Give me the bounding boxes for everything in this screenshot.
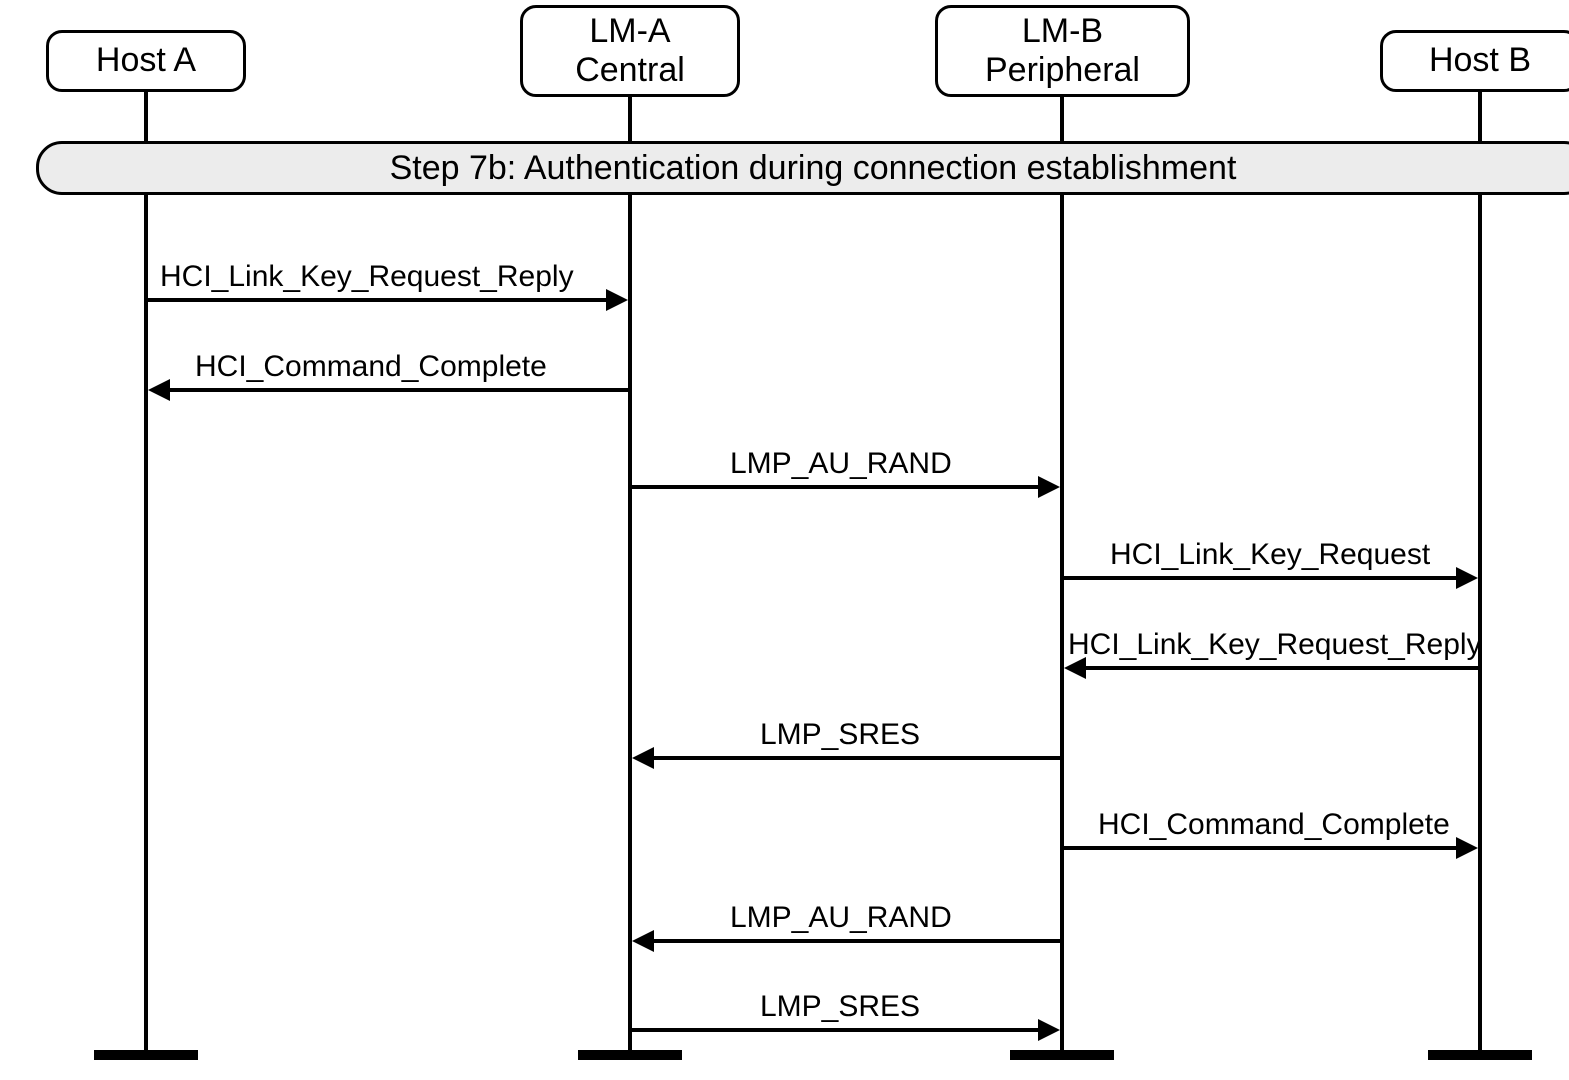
msg-m1-head: [606, 289, 628, 311]
participant-lm-a: LM-A Central: [520, 5, 740, 97]
msg-m9-label: LMP_SRES: [760, 990, 920, 1024]
msg-m3-line: [632, 485, 1038, 489]
msg-m2-label: HCI_Command_Complete: [195, 350, 547, 384]
msg-m4-head: [1456, 567, 1478, 589]
lifeline-lm-a: [628, 195, 632, 1050]
msg-m7-label: HCI_Command_Complete: [1098, 808, 1450, 842]
msg-m7-line: [1064, 846, 1456, 850]
msg-m5-line: [1086, 666, 1480, 670]
msg-m2-line: [170, 388, 630, 392]
lifeline-host-a: [144, 195, 148, 1050]
msg-m9-head: [1038, 1019, 1060, 1041]
participant-lm-a-label: LM-A Central: [575, 12, 685, 90]
msg-m1-line: [148, 298, 606, 302]
msg-m3-label: LMP_AU_RAND: [730, 447, 952, 481]
msg-m6-line: [654, 756, 1062, 760]
lifeline-host-b: [1478, 195, 1482, 1050]
frame-step-7b: Step 7b: Authentication during connectio…: [36, 141, 1569, 195]
msg-m5-label: HCI_Link_Key_Request_Reply: [1068, 628, 1482, 662]
lifeline-foot-host-a: [94, 1050, 198, 1060]
msg-m8-label: LMP_AU_RAND: [730, 901, 952, 935]
lifeline-lm-b-top: [1060, 97, 1064, 141]
lifeline-host-a-top: [144, 92, 148, 141]
msg-m4-label: HCI_Link_Key_Request: [1110, 538, 1430, 572]
frame-step-7b-label: Step 7b: Authentication during connectio…: [390, 151, 1237, 185]
msg-m6-head: [632, 747, 654, 769]
lifeline-lm-a-top: [628, 97, 632, 141]
msg-m2-head: [148, 379, 170, 401]
lifeline-foot-host-b: [1428, 1050, 1532, 1060]
participant-host-b-label: Host B: [1429, 41, 1531, 80]
participant-host-a: Host A: [46, 30, 246, 92]
msg-m4-line: [1064, 576, 1456, 580]
msg-m5-head: [1064, 657, 1086, 679]
msg-m8-line: [654, 939, 1062, 943]
participant-lm-b-label: LM-B Peripheral: [985, 12, 1140, 90]
lifeline-host-b-top: [1478, 92, 1482, 141]
msg-m3-head: [1038, 476, 1060, 498]
lifeline-foot-lm-a: [578, 1050, 682, 1060]
msg-m7-head: [1456, 837, 1478, 859]
lifeline-lm-b: [1060, 195, 1064, 1050]
msg-m6-label: LMP_SRES: [760, 718, 920, 752]
participant-host-b: Host B: [1380, 30, 1569, 92]
participant-host-a-label: Host A: [96, 41, 196, 80]
msg-m8-head: [632, 930, 654, 952]
msg-m9-line: [632, 1028, 1038, 1032]
sequence-diagram: Host A LM-A Central LM-B Peripheral Host…: [0, 0, 1569, 1080]
lifeline-foot-lm-b: [1010, 1050, 1114, 1060]
participant-lm-b: LM-B Peripheral: [935, 5, 1190, 97]
msg-m1-label: HCI_Link_Key_Request_Reply: [160, 260, 574, 294]
